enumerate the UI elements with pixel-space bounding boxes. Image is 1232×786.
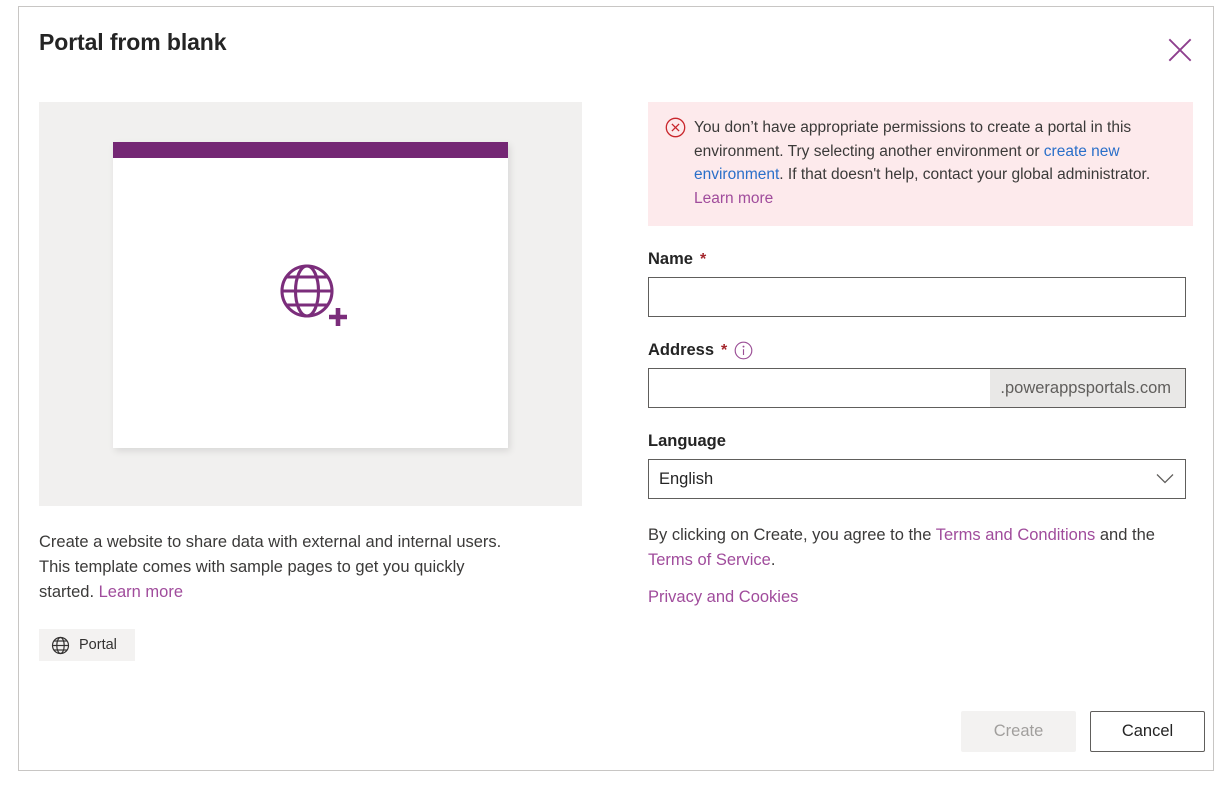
portal-tag-chip[interactable]: Portal xyxy=(39,629,135,661)
portal-tag-label: Portal xyxy=(79,637,117,653)
permissions-error-banner: You don’t have appropriate permissions t… xyxy=(648,102,1193,226)
globe-plus-icon xyxy=(113,142,508,448)
address-input-group: .powerappsportals.com xyxy=(648,368,1186,408)
language-select[interactable]: English xyxy=(648,459,1186,499)
error-message-text: You don’t have appropriate permissions t… xyxy=(694,116,1177,210)
privacy-row: Privacy and Cookies xyxy=(648,585,1193,610)
address-label-text: Address xyxy=(648,341,715,359)
language-field-label: Language xyxy=(648,432,1193,451)
name-required-marker: * xyxy=(699,250,707,268)
portal-from-blank-dialog: Portal from blank Create a website to sh… xyxy=(18,6,1214,771)
terms-agreement-text: By clicking on Create, you agree to the … xyxy=(648,523,1178,573)
info-circle-icon[interactable] xyxy=(734,341,753,360)
learn-more-link[interactable]: Learn more xyxy=(99,583,183,601)
dialog-header: Portal from blank xyxy=(19,7,1213,93)
terms-and-conditions-link[interactable]: Terms and Conditions xyxy=(936,526,1096,544)
terms-text-lead: By clicking on Create, you agree to the xyxy=(648,526,936,544)
preview-panel xyxy=(39,102,582,506)
error-learn-more-link[interactable]: Learn more xyxy=(694,190,773,207)
error-circle-x-icon xyxy=(665,117,686,138)
dialog-footer: Create Cancel xyxy=(961,711,1205,752)
terms-of-service-link[interactable]: Terms of Service xyxy=(648,551,771,569)
address-required-marker: * xyxy=(721,341,728,359)
cancel-button[interactable]: Cancel xyxy=(1090,711,1205,752)
portal-form-column: You don’t have appropriate permissions t… xyxy=(648,102,1193,610)
name-label-text: Name xyxy=(648,250,693,268)
close-button[interactable] xyxy=(1159,29,1201,71)
template-description: Create a website to share data with exte… xyxy=(39,530,509,605)
globe-icon xyxy=(51,636,70,655)
name-field-label: Name * xyxy=(648,250,1193,269)
privacy-and-cookies-link[interactable]: Privacy and Cookies xyxy=(648,588,798,606)
preview-card xyxy=(113,142,508,448)
address-field-label: Address * xyxy=(648,341,1193,360)
close-icon xyxy=(1167,37,1193,63)
address-domain-suffix: .powerappsportals.com xyxy=(990,369,1185,407)
page-title: Portal from blank xyxy=(39,29,227,55)
address-input[interactable] xyxy=(649,369,991,407)
name-input[interactable] xyxy=(648,277,1186,317)
language-selected-value: English xyxy=(659,469,714,488)
template-preview-column: Create a website to share data with exte… xyxy=(39,102,604,661)
terms-text-mid: and the xyxy=(1095,526,1155,544)
error-text-mid: . If that doesn't help, contact your glo… xyxy=(779,166,1151,183)
create-button[interactable]: Create xyxy=(961,711,1076,752)
language-label-text: Language xyxy=(648,432,726,450)
chevron-down-icon xyxy=(1156,474,1174,485)
terms-text-end: . xyxy=(770,551,776,569)
